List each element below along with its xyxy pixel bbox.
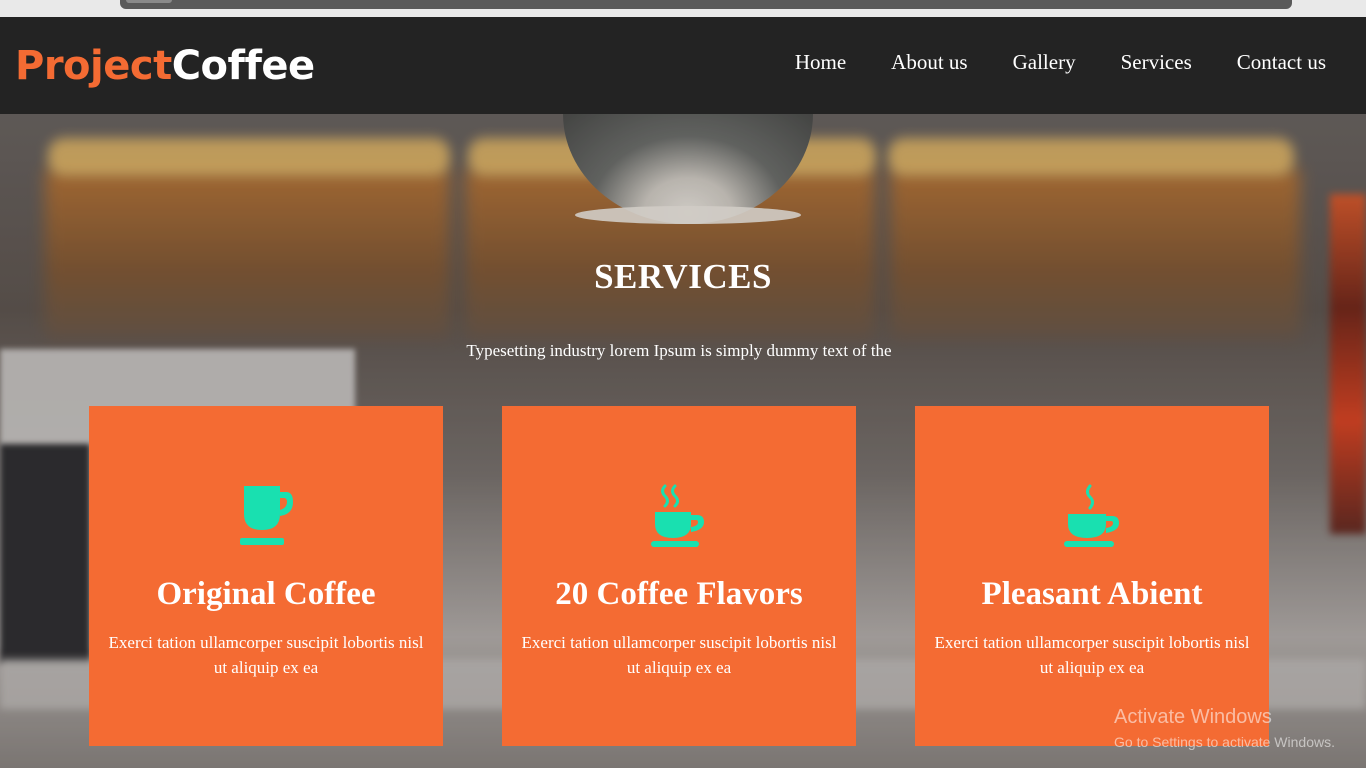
navbar: ProjectCoffee Home About us Gallery Serv… — [0, 17, 1366, 114]
brand-logo-part-coffee: Coffee — [171, 43, 315, 89]
browser-scrollbar[interactable] — [120, 0, 1292, 9]
browser-frame — [0, 0, 1366, 17]
brand-logo-part-project: Project — [15, 43, 172, 89]
nav-gallery[interactable]: Gallery — [968, 47, 1076, 77]
section-title: SERVICES — [594, 257, 772, 296]
brand-logo[interactable]: ProjectCoffee — [15, 43, 315, 89]
section-subtitle: Typesetting industry lorem Ipsum is simp… — [466, 341, 892, 360]
service-card-pleasant-ambient[interactable]: Pleasant Abient Exerci tation ullamcorpe… — [915, 406, 1269, 746]
services-section: SERVICES Typesetting industry lorem Ipsu… — [0, 114, 1366, 768]
card-text: Exerci tation ullamcorper suscipit lobor… — [521, 633, 837, 677]
watermark-subtitle: Go to Settings to activate Windows. — [1114, 734, 1335, 750]
coffee-mug-icon — [89, 478, 443, 548]
steaming-cup-icon — [502, 478, 856, 548]
nav-home[interactable]: Home — [795, 47, 846, 77]
nav-services[interactable]: Services — [1076, 47, 1192, 77]
nav-about-us[interactable]: About us — [846, 47, 967, 77]
service-card-original-coffee[interactable]: Original Coffee Exerci tation ullamcorpe… — [89, 406, 443, 746]
nav-contact-us[interactable]: Contact us — [1192, 47, 1326, 77]
card-text: Exerci tation ullamcorper suscipit lobor… — [934, 633, 1250, 677]
coffee-cup-icon — [915, 478, 1269, 548]
card-title: Original Coffee — [156, 576, 376, 612]
windows-activation-watermark: Activate Windows Go to Settings to activ… — [1114, 704, 1335, 752]
service-card-coffee-flavors[interactable]: 20 Coffee Flavors Exerci tation ullamcor… — [502, 406, 856, 746]
card-text: Exerci tation ullamcorper suscipit lobor… — [108, 633, 424, 677]
card-title: 20 Coffee Flavors — [555, 576, 803, 612]
watermark-title: Activate Windows — [1114, 706, 1272, 728]
main-nav: Home About us Gallery Services Contact u… — [795, 47, 1326, 77]
card-title: Pleasant Abient — [981, 576, 1203, 612]
browser-scrollbar-thumb[interactable] — [126, 0, 172, 3]
